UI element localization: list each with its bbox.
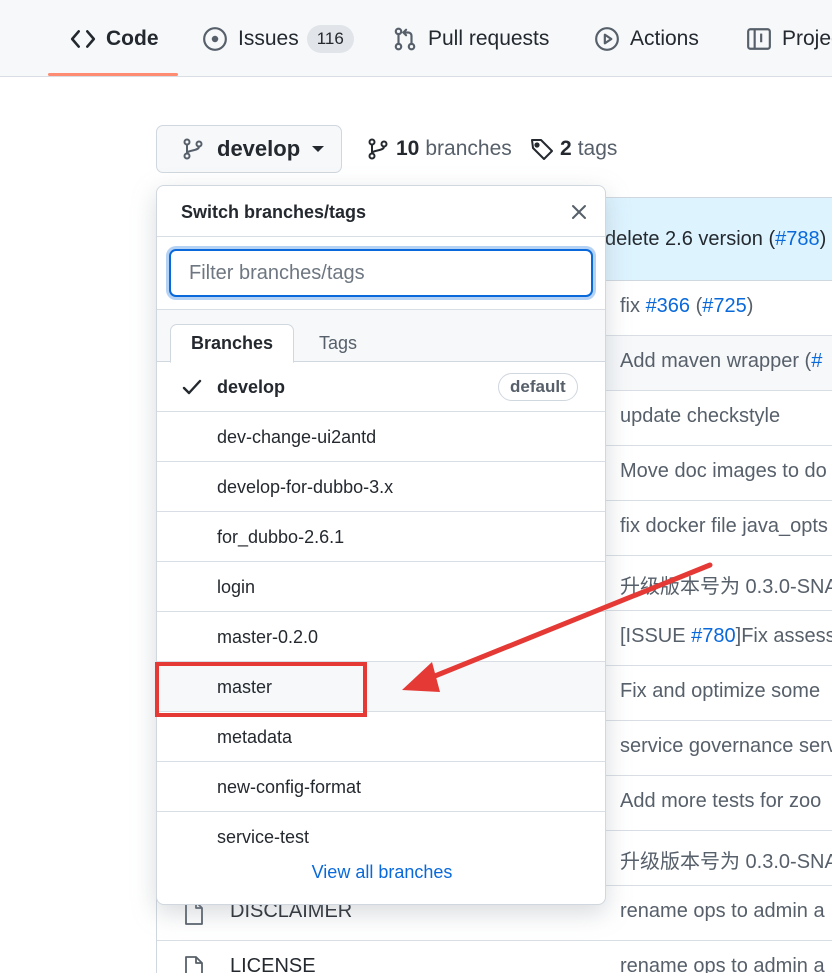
commit-message[interactable]: rename ops to admin a	[620, 900, 825, 923]
commit-message[interactable]: fix #366 (#725)	[620, 295, 753, 318]
tab-projects[interactable]: Projec	[746, 0, 832, 77]
view-all-branches-link[interactable]: View all branches	[157, 862, 605, 902]
tags-label: tags	[577, 137, 618, 160]
check-icon	[181, 376, 203, 398]
tab-actions-label: Actions	[630, 26, 699, 50]
code-icon	[70, 26, 96, 52]
commit-message[interactable]: Fix and optimize some	[620, 680, 820, 703]
branch-label: service-test	[217, 827, 310, 847]
branch-tag-tabs: Branches Tags	[157, 310, 605, 363]
default-badge: default	[498, 373, 578, 401]
branches-count: 10	[396, 137, 420, 160]
commit-message[interactable]: Move doc images to do	[620, 460, 827, 483]
latest-commit-message[interactable]: delete 2.6 version (#788)	[605, 228, 826, 251]
dropdown-title: Switch branches/tags	[181, 202, 367, 222]
branches-label: branches	[425, 137, 512, 160]
tab-code-label: Code	[106, 26, 159, 50]
branches-link[interactable]: 10 branches	[366, 131, 512, 167]
branch-label: develop	[217, 377, 286, 397]
caret-down-icon	[312, 146, 325, 152]
commit-message[interactable]: update checkstyle	[620, 405, 780, 428]
branch-item[interactable]: login	[157, 562, 605, 612]
branch-item[interactable]: new-config-format	[157, 762, 605, 812]
branch-label: new-config-format	[217, 777, 362, 797]
branch-switcher-dropdown: Switch branches/tags Branches Tags devel…	[156, 185, 606, 905]
commit-message[interactable]: 升级版本号为 0.3.0-SNA	[620, 845, 832, 874]
branch-label: dev-change-ui2antd	[217, 427, 377, 447]
branch-label: for_dubbo-2.6.1	[217, 527, 345, 547]
git-pull-request-icon	[392, 26, 418, 52]
branch-item[interactable]: service-test	[157, 812, 605, 862]
commit-message[interactable]: Add more tests for zoo	[620, 790, 821, 813]
annotation-highlight-box	[155, 662, 367, 717]
play-icon	[594, 26, 620, 52]
file-icon	[183, 955, 205, 973]
file-name[interactable]: LICENSE	[230, 955, 316, 973]
branch-select-button[interactable]: develop	[156, 125, 342, 173]
tags-link[interactable]: 2 tags	[530, 131, 617, 167]
branch-label: login	[217, 577, 256, 597]
issue-opened-icon	[202, 26, 228, 52]
latest-commit-link[interactable]: #788	[775, 228, 820, 250]
commit-message[interactable]: 升级版本号为 0.3.0-SNA	[620, 570, 832, 599]
tab-tags[interactable]: Tags	[294, 324, 382, 362]
branch-item[interactable]: master-0.2.0	[157, 612, 605, 662]
git-branch-icon	[366, 137, 390, 161]
active-tab-underline	[48, 73, 178, 76]
tab-issues[interactable]: Issues 116	[202, 0, 354, 77]
filter-branches-input[interactable]	[169, 249, 593, 297]
tags-count: 2	[560, 137, 572, 160]
branch-item[interactable]: dev-change-ui2antd	[157, 412, 605, 462]
table-row[interactable]: LICENSE rename ops to admin a	[157, 941, 832, 973]
git-branch-icon	[181, 137, 205, 161]
commit-message[interactable]: service governance serv	[620, 735, 832, 758]
tab-pull-requests[interactable]: Pull requests	[392, 0, 549, 77]
tab-projects-label: Projec	[782, 26, 832, 50]
issues-count-badge: 116	[306, 24, 354, 53]
branch-item[interactable]: develop-for-dubbo-3.x	[157, 462, 605, 512]
commit-message[interactable]: [ISSUE #780]Fix assesse	[620, 625, 832, 648]
tag-icon	[530, 137, 554, 161]
table-icon	[746, 26, 772, 52]
tab-actions[interactable]: Actions	[594, 0, 699, 77]
branch-label: metadata	[217, 727, 293, 747]
tab-issues-label: Issues	[238, 26, 299, 50]
tab-branches[interactable]: Branches	[170, 324, 294, 363]
commit-message[interactable]: fix docker file java_opts	[620, 515, 828, 538]
current-branch-label: develop	[217, 136, 301, 161]
branch-label: master-0.2.0	[217, 627, 319, 647]
branch-item[interactable]: for_dubbo-2.6.1	[157, 512, 605, 562]
filter-section	[157, 237, 605, 310]
branch-item[interactable]: metadata	[157, 712, 605, 762]
commit-message[interactable]: Add maven wrapper (#	[620, 350, 822, 373]
commit-message[interactable]: rename ops to admin a	[620, 955, 825, 973]
close-icon[interactable]	[568, 201, 590, 223]
branch-item-develop[interactable]: develop default	[157, 362, 605, 412]
tab-pull-requests-label: Pull requests	[428, 26, 550, 50]
dropdown-header: Switch branches/tags	[157, 186, 605, 237]
repo-tab-nav: Code Issues 116 Pull requests Actions Pr…	[0, 0, 832, 77]
tab-code[interactable]: Code	[70, 0, 159, 77]
branch-label: develop-for-dubbo-3.x	[217, 477, 394, 497]
